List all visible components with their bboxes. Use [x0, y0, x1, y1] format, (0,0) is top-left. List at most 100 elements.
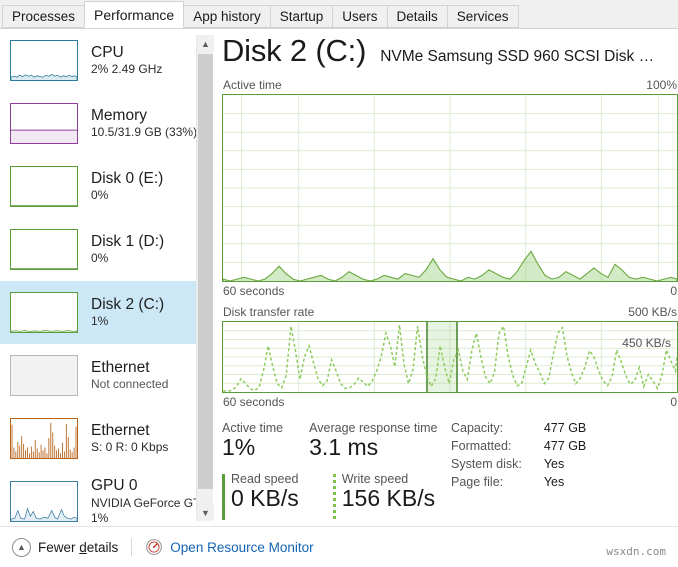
transfer-rate-graph-labels: Disk transfer rate 500 KB/s — [222, 305, 678, 321]
resource-monitor-icon — [146, 539, 163, 555]
transfer-rate-annotation: 450 KB/s — [622, 336, 671, 350]
sidebar-item-ethernet-text: Ethernet S: 0 R: 0 Kbps — [91, 422, 168, 455]
stat-active-time-label: Active time — [222, 421, 284, 435]
chevron-up-icon: ▲ — [12, 537, 31, 557]
stat-write-speed: Write speed 156 KB/s — [332, 471, 436, 520]
active-time-x-left: 60 seconds — [223, 284, 285, 298]
sidebar-item-ethernet-disconnected-text: Ethernet Not connected — [91, 359, 168, 392]
active-time-graph-label: Active time — [223, 78, 282, 92]
stat-write-speed-label: Write speed — [341, 471, 409, 486]
page-title: Disk 2 (C:) — [222, 33, 367, 68]
info-page-file-key: Page file: — [451, 475, 504, 489]
tab-bar: Processes Performance App history Startu… — [0, 0, 678, 29]
detail-header: Disk 2 (C:) NVMe Samsung SSD 960 SCSI Di… — [222, 33, 678, 69]
scroll-up-icon[interactable]: ▲ — [197, 35, 214, 52]
sidebar-item-disk1-text: Disk 1 (D:) 0% — [91, 233, 164, 266]
active-time-graph-section: Active time 100% 60 seconds 0 — [222, 78, 678, 298]
write-speed-legend-swatch — [332, 473, 336, 520]
sidebar-item-disk2-sub: 1% — [91, 314, 109, 329]
info-formatted-key: Formatted: — [451, 439, 512, 453]
sidebar-item-memory-text: Memory 10.5/31.9 GB (33%) — [91, 107, 196, 140]
info-row-page-file: Page file: Yes — [451, 475, 586, 493]
sidebar-item-memory[interactable]: Memory 10.5/31.9 GB (33%) — [0, 92, 196, 155]
stat-read-speed: Read speed 0 KB/s — [222, 472, 299, 520]
sidebar-item-disk0[interactable]: Disk 0 (E:) 0% — [0, 155, 196, 218]
sidebar-scrollbar[interactable]: ▲ ▼ — [196, 35, 214, 521]
performance-detail-panel: Disk 2 (C:) NVMe Samsung SSD 960 SCSI Di… — [222, 33, 678, 526]
active-time-axis-row: 60 seconds 0 — [222, 282, 678, 298]
scroll-down-icon[interactable]: ▼ — [197, 504, 214, 521]
active-time-graph — [222, 94, 678, 282]
sidebar-item-disk1[interactable]: Disk 1 (D:) 0% — [0, 218, 196, 281]
tab-startup[interactable]: Startup — [269, 5, 334, 28]
sidebar-item-gpu0-text: GPU 0 NVIDIA GeForce GTX 1% — [91, 477, 196, 525]
sidebar-item-cpu-title: CPU — [91, 44, 124, 62]
disk2-sparkline — [10, 292, 78, 333]
sidebar-item-memory-sub: 10.5/31.9 GB (33%) — [91, 125, 196, 140]
sidebar-item-disk2[interactable]: Disk 2 (C:) 1% — [0, 281, 196, 344]
stat-active-time-value: 1% — [222, 434, 256, 460]
stat-avg-response-time-value: 3.1 ms — [309, 434, 379, 460]
ethernet-disconnected-sparkline — [10, 355, 78, 396]
tab-performance[interactable]: Performance — [84, 1, 185, 28]
scrollbar-thumb[interactable] — [198, 54, 213, 489]
sidebar-item-cpu[interactable]: CPU 2% 2.49 GHz — [0, 29, 196, 92]
fewer-details-label: Fewer details — [38, 539, 119, 555]
sidebar-item-memory-title: Memory — [91, 107, 147, 125]
tab-app-history[interactable]: App history — [183, 5, 271, 28]
sidebar-item-gpu0-sub2: 1% — [91, 511, 109, 526]
stats-wrap: Active time 1% Average response time 3.1… — [222, 421, 678, 520]
speeds-row: Read speed 0 KB/s Write speed 156 KB/s — [222, 471, 678, 520]
sidebar-item-gpu0[interactable]: GPU 0 NVIDIA GeForce GTX 1% — [0, 470, 196, 526]
gpu0-sparkline — [10, 481, 78, 522]
transfer-rate-graph-max: 500 KB/s — [628, 305, 677, 319]
transfer-rate-x-left: 60 seconds — [223, 395, 285, 409]
sidebar-item-gpu0-title: GPU 0 — [91, 477, 138, 495]
sidebar-item-cpu-text: CPU 2% 2.49 GHz — [91, 44, 162, 77]
tab-services[interactable]: Services — [446, 5, 519, 28]
transfer-rate-axis-row: 60 seconds 0 — [222, 393, 678, 409]
sidebar-item-ethernet-disconnected[interactable]: Ethernet Not connected — [0, 344, 196, 407]
sidebar-item-ethernet[interactable]: Ethernet S: 0 R: 0 Kbps — [0, 407, 196, 470]
stat-avg-response-time: Average response time 3.1 ms — [309, 421, 437, 461]
ethernet-sparkline — [10, 418, 78, 459]
fewer-details-button[interactable]: ▲ Fewer details — [12, 537, 119, 557]
stat-write-speed-value: 156 KB/s — [341, 484, 436, 511]
info-capacity-key: Capacity: — [451, 421, 504, 435]
disk-info-grid: Capacity: 477 GB Formatted: 477 GB Syste… — [451, 421, 586, 493]
tab-details[interactable]: Details — [386, 5, 448, 28]
transfer-rate-graph-section: Disk transfer rate 500 KB/s 450 KB/s 60 … — [222, 305, 678, 409]
sidebar-item-disk1-title: Disk 1 (D:) — [91, 233, 165, 251]
sidebar-item-disk2-text: Disk 2 (C:) 1% — [91, 296, 164, 329]
sidebar-item-ethernet-disconnected-sub: Not connected — [91, 377, 169, 392]
transfer-rate-graph-label: Disk transfer rate — [223, 305, 315, 319]
sidebar-item-disk0-title: Disk 0 (E:) — [91, 170, 164, 188]
memory-sparkline — [10, 103, 78, 144]
active-time-x-right: 0 — [670, 284, 677, 298]
transfer-rate-graph: 450 KB/s — [222, 321, 678, 393]
sidebar-item-disk2-title: Disk 2 (C:) — [91, 296, 165, 314]
info-row-formatted: Formatted: 477 GB — [451, 439, 586, 457]
tab-processes[interactable]: Processes — [2, 5, 86, 28]
sidebar-item-disk0-text: Disk 0 (E:) 0% — [91, 170, 163, 203]
info-row-system-disk: System disk: Yes — [451, 457, 586, 475]
active-time-graph-max: 100% — [646, 78, 677, 92]
sidebar-item-cpu-sub: 2% 2.49 GHz — [91, 62, 163, 77]
stat-read-speed-value: 0 KB/s — [231, 484, 299, 511]
device-model: NVMe Samsung SSD 960 SCSI Disk De... — [380, 48, 666, 65]
stat-active-time: Active time 1% — [222, 421, 283, 461]
info-system-disk-value: Yes — [543, 457, 565, 471]
footer-divider — [131, 538, 133, 556]
resource-list: CPU 2% 2.49 GHz Memory 10.5/31.9 GB (33%… — [0, 29, 196, 526]
sidebar-item-ethernet-title: Ethernet — [91, 422, 150, 440]
stats-row: Active time 1% Average response time 3.1… — [222, 421, 678, 461]
watermark: wsxdn.com — [606, 545, 666, 558]
info-row-capacity: Capacity: 477 GB — [451, 421, 586, 439]
info-page-file-value: Yes — [543, 475, 565, 489]
info-capacity-value: 477 GB — [543, 421, 587, 435]
cpu-sparkline — [10, 40, 78, 81]
open-resource-monitor-link[interactable]: Open Resource Monitor — [145, 538, 314, 556]
sidebar-item-disk1-sub: 0% — [91, 251, 109, 266]
tab-users[interactable]: Users — [332, 5, 388, 28]
disk1-sparkline — [10, 229, 78, 270]
